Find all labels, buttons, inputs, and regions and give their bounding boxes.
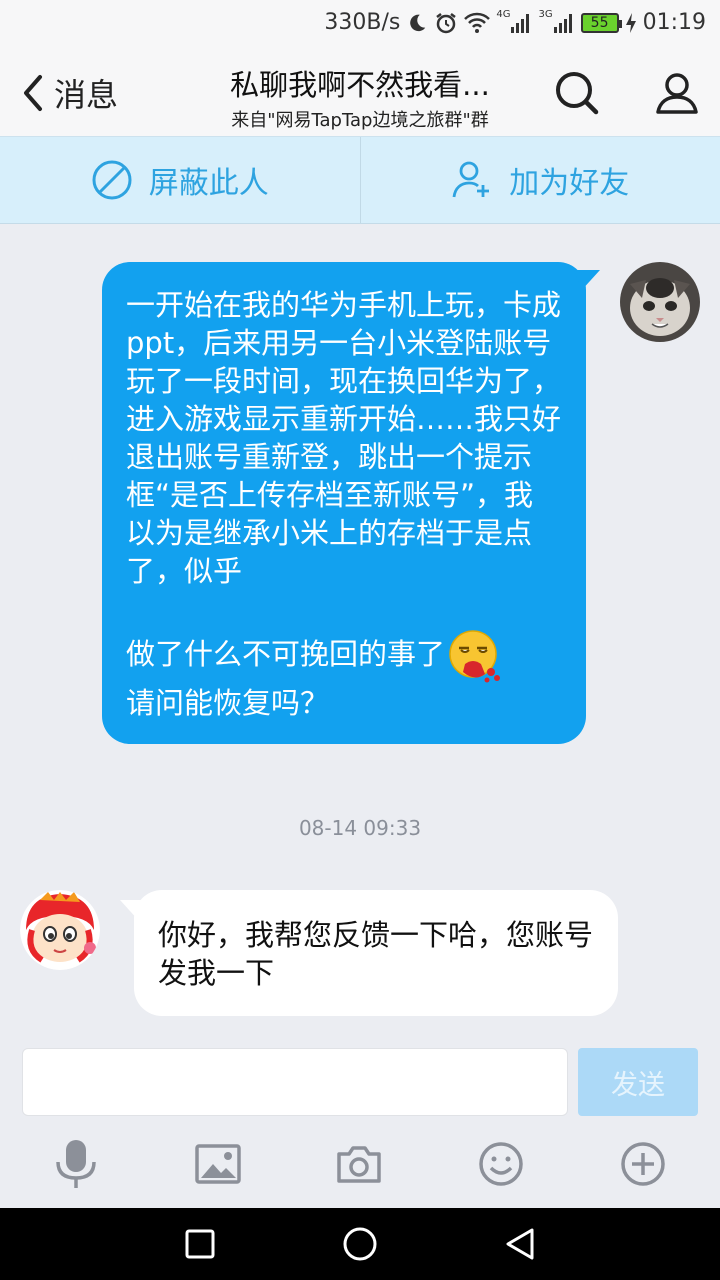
message-text-tail: 请问能恢复吗？: [126, 686, 330, 720]
contact-avatar[interactable]: [20, 890, 100, 970]
net-speed: 330B/s: [324, 10, 401, 35]
chevron-left-icon: [24, 75, 42, 111]
net-type-3g: 3G: [538, 9, 553, 20]
vomit-blood-emoji-icon: [447, 628, 503, 684]
voice-button[interactable]: [50, 1138, 102, 1190]
search-icon: [556, 72, 599, 115]
message-input[interactable]: [22, 1048, 568, 1116]
person-icon: [656, 73, 698, 114]
block-icon: [92, 160, 132, 200]
message-text: 你好，我帮您反馈一下哈，您账号发我一下: [158, 918, 594, 990]
net-type-4g: 4G: [496, 9, 511, 20]
plus-circle-icon: [621, 1142, 665, 1186]
image-icon: [195, 1144, 241, 1184]
back-button[interactable]: 消息: [18, 70, 118, 116]
smiley-icon: [479, 1142, 523, 1186]
signal-3g-icon: 3G: [538, 9, 574, 34]
message-timestamp: 08-14 09:33: [298, 816, 422, 840]
chat-subtitle: 来自"网易TapTap边境之旅群"群: [231, 110, 489, 131]
system-nav-bar: [0, 1208, 720, 1280]
wifi-icon: [464, 12, 491, 34]
triangle-back-icon: [506, 1228, 534, 1260]
bubble-tail: [574, 270, 600, 290]
recents-button[interactable]: [180, 1224, 220, 1264]
send-button[interactable]: 发送: [578, 1048, 698, 1116]
chat-title: 私聊我啊不然我看...: [230, 68, 490, 102]
battery-icon: 55: [580, 12, 622, 33]
home-button[interactable]: [340, 1224, 380, 1264]
more-button[interactable]: [617, 1138, 669, 1190]
camera-icon: [337, 1146, 381, 1183]
my-avatar[interactable]: [620, 262, 700, 342]
image-button[interactable]: [192, 1138, 244, 1190]
composer-bar: 发送: [0, 1028, 720, 1208]
moon-icon: [406, 12, 428, 34]
battery-level: 55: [590, 14, 609, 31]
clock: 01:19: [642, 10, 706, 35]
emoji-button[interactable]: [475, 1138, 527, 1190]
message-text: 一开始在我的华为手机上玩，卡成ppt，后来用另一台小米登陆账号玩了一段时间，现在…: [126, 288, 562, 671]
back-nav-button[interactable]: [500, 1224, 540, 1264]
stranger-action-bar: 屏蔽此人 加为好友: [0, 136, 720, 224]
microphone-icon: [56, 1140, 96, 1188]
signal-4g-icon: 4G: [496, 9, 532, 34]
square-icon: [185, 1229, 215, 1259]
add-friend-label: 加为好友: [509, 166, 630, 201]
status-bar: 330B/s 4G 3G 55 01:19: [0, 0, 720, 50]
composer-toolbar: [0, 1138, 720, 1198]
camera-button[interactable]: [333, 1138, 385, 1190]
chat-area[interactable]: 一开始在我的华为手机上玩，卡成ppt，后来用另一台小米登陆账号玩了一段时间，现在…: [0, 224, 720, 1024]
chat-title-block: 私聊我啊不然我看... 来自"网易TapTap边境之旅群"群: [205, 62, 515, 132]
search-button[interactable]: [552, 68, 602, 118]
alarm-icon: [434, 11, 458, 35]
bubble-tail: [120, 900, 146, 920]
charging-icon: [625, 12, 637, 34]
outgoing-message-bubble[interactable]: 一开始在我的华为手机上玩，卡成ppt，后来用另一台小米登陆账号玩了一段时间，现在…: [102, 262, 600, 744]
profile-button[interactable]: [652, 68, 702, 118]
back-label: 消息: [54, 76, 119, 114]
incoming-message-bubble[interactable]: 你好，我帮您反馈一下哈，您账号发我一下: [120, 890, 618, 1016]
add-friend-button[interactable]: 加为好友: [359, 137, 720, 223]
block-button[interactable]: 屏蔽此人: [0, 137, 360, 223]
block-label: 屏蔽此人: [148, 166, 269, 201]
add-friend-icon: [452, 161, 490, 198]
circle-icon: [343, 1227, 377, 1261]
title-bar: 消息 私聊我啊不然我看... 来自"网易TapTap边境之旅群"群: [0, 50, 720, 136]
